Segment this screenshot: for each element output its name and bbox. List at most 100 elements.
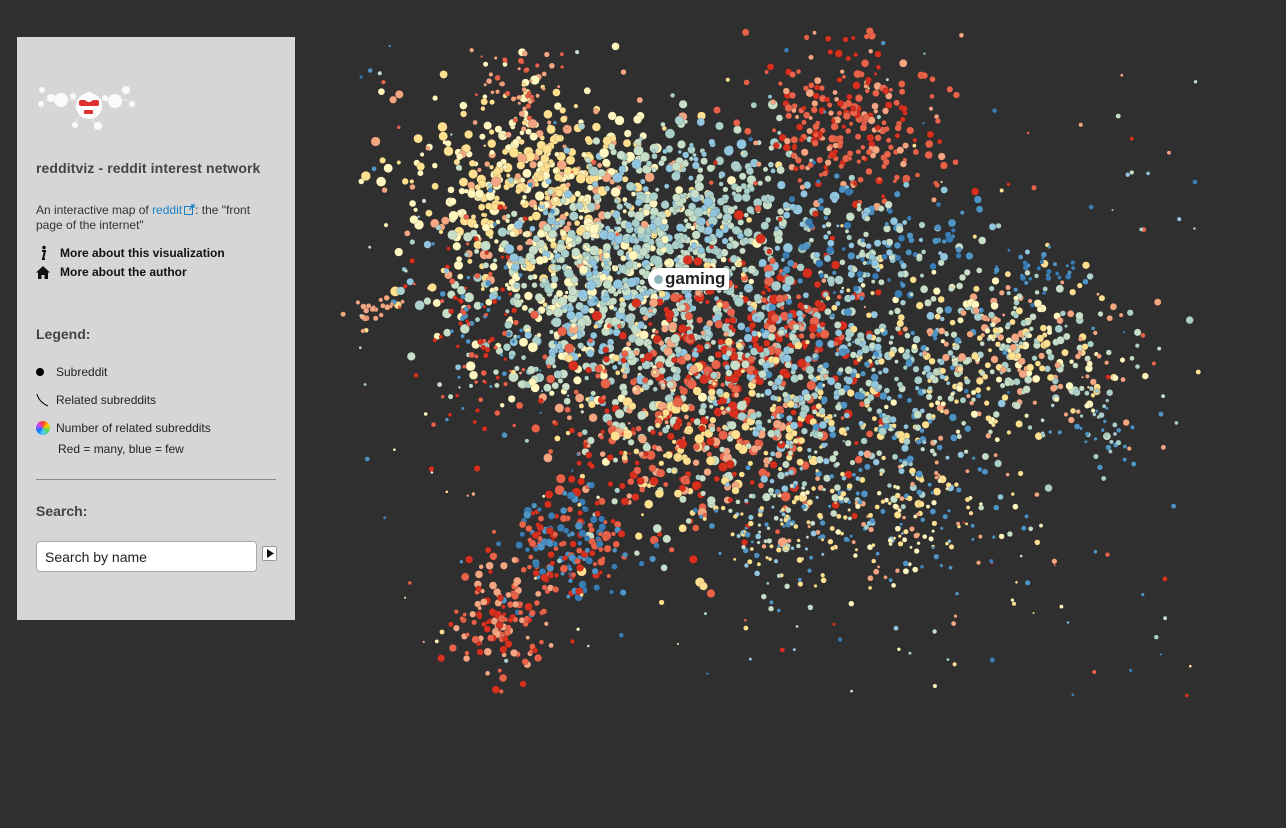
subreddit-node[interactable]	[464, 130, 474, 139]
subreddit-node[interactable]	[621, 454, 628, 461]
subreddit-node[interactable]	[1093, 436, 1098, 442]
subreddit-node[interactable]	[1054, 271, 1060, 276]
subreddit-node[interactable]	[589, 258, 598, 267]
subreddit-node[interactable]	[977, 466, 983, 473]
subreddit-node[interactable]	[736, 400, 748, 411]
subreddit-node[interactable]	[1082, 261, 1090, 270]
subreddit-node[interactable]	[740, 530, 745, 535]
subreddit-node[interactable]	[483, 144, 486, 147]
subreddit-node[interactable]	[587, 644, 590, 648]
subreddit-node[interactable]	[951, 354, 956, 360]
subreddit-node[interactable]	[978, 534, 983, 539]
subreddit-node[interactable]	[959, 396, 967, 404]
subreddit-node[interactable]	[461, 310, 467, 316]
subreddit-node[interactable]	[867, 87, 870, 90]
subreddit-node[interactable]	[628, 250, 639, 261]
subreddit-node[interactable]	[631, 159, 642, 170]
subreddit-node[interactable]	[639, 486, 646, 493]
subreddit-node[interactable]	[766, 63, 775, 71]
subreddit-node[interactable]	[839, 289, 845, 294]
subreddit-node[interactable]	[615, 232, 620, 236]
subreddit-node[interactable]	[648, 464, 657, 473]
subreddit-node[interactable]	[430, 241, 436, 247]
subreddit-node[interactable]	[567, 172, 575, 180]
subreddit-node[interactable]	[594, 364, 603, 374]
subreddit-node[interactable]	[1001, 393, 1009, 402]
subreddit-node[interactable]	[359, 314, 363, 317]
subreddit-node[interactable]	[647, 340, 653, 346]
subreddit-node[interactable]	[444, 268, 449, 274]
subreddit-node[interactable]	[530, 510, 536, 516]
subreddit-node[interactable]	[437, 654, 446, 663]
subreddit-node[interactable]	[464, 189, 469, 194]
subreddit-node[interactable]	[499, 133, 505, 139]
subreddit-node[interactable]	[502, 164, 508, 170]
subreddit-node[interactable]	[568, 553, 577, 562]
subreddit-node[interactable]	[779, 647, 785, 653]
subreddit-node[interactable]	[1013, 287, 1019, 293]
subreddit-node[interactable]	[516, 334, 521, 340]
subreddit-node[interactable]	[733, 296, 745, 307]
subreddit-node[interactable]	[616, 150, 626, 160]
subreddit-node[interactable]	[1040, 431, 1045, 436]
subreddit-node[interactable]	[792, 648, 796, 652]
subreddit-node[interactable]	[404, 230, 411, 237]
subreddit-node[interactable]	[919, 428, 925, 434]
subreddit-node[interactable]	[816, 431, 824, 439]
subreddit-node[interactable]	[915, 470, 924, 478]
subreddit-node[interactable]	[777, 208, 785, 216]
subreddit-node[interactable]	[656, 468, 666, 478]
subreddit-node[interactable]	[360, 328, 366, 334]
subreddit-node[interactable]	[488, 569, 493, 575]
subreddit-node[interactable]	[1005, 337, 1013, 344]
subreddit-node[interactable]	[620, 255, 627, 262]
subreddit-node[interactable]	[1034, 360, 1042, 367]
subreddit-node[interactable]	[701, 151, 708, 158]
subreddit-node[interactable]	[865, 430, 874, 438]
subreddit-node[interactable]	[812, 423, 820, 431]
subreddit-node[interactable]	[824, 96, 831, 103]
subreddit-node[interactable]	[995, 317, 1002, 323]
subreddit-node[interactable]	[642, 443, 652, 452]
subreddit-node[interactable]	[664, 419, 669, 425]
subreddit-node[interactable]	[924, 150, 933, 160]
subreddit-node[interactable]	[584, 375, 590, 381]
subreddit-node[interactable]	[881, 415, 890, 425]
subreddit-node[interactable]	[788, 333, 797, 342]
subreddit-node[interactable]	[969, 400, 975, 406]
subreddit-node[interactable]	[666, 467, 673, 474]
subreddit-node[interactable]	[482, 379, 486, 384]
subreddit-node[interactable]	[966, 330, 974, 338]
subreddit-node[interactable]	[633, 550, 640, 557]
subreddit-node[interactable]	[630, 191, 637, 197]
subreddit-node[interactable]	[786, 415, 793, 422]
subreddit-node[interactable]	[895, 225, 904, 234]
subreddit-node[interactable]	[854, 503, 861, 510]
subreddit-node[interactable]	[633, 466, 642, 475]
subreddit-node[interactable]	[886, 395, 892, 402]
subreddit-node[interactable]	[789, 444, 794, 449]
subreddit-node[interactable]	[524, 331, 533, 340]
subreddit-node[interactable]	[639, 387, 645, 393]
subreddit-node[interactable]	[652, 334, 662, 343]
subreddit-node[interactable]	[657, 431, 664, 437]
subreddit-node[interactable]	[837, 387, 846, 396]
subreddit-node[interactable]	[567, 242, 573, 249]
subreddit-node[interactable]	[1032, 374, 1041, 383]
subreddit-node[interactable]	[894, 132, 901, 139]
subreddit-node[interactable]	[860, 282, 866, 288]
subreddit-node[interactable]	[816, 179, 821, 184]
subreddit-node[interactable]	[947, 539, 952, 543]
subreddit-node[interactable]	[914, 375, 923, 385]
subreddit-node[interactable]	[772, 356, 780, 365]
subreddit-node[interactable]	[724, 482, 731, 488]
subreddit-node[interactable]	[971, 456, 976, 461]
subreddit-node[interactable]	[620, 357, 627, 364]
about-author-link[interactable]: More about the author	[36, 265, 187, 279]
subreddit-node[interactable]	[1050, 403, 1055, 408]
subreddit-node[interactable]	[785, 439, 791, 445]
subreddit-node[interactable]	[771, 505, 775, 509]
subreddit-node[interactable]	[858, 420, 864, 427]
subreddit-node[interactable]	[708, 404, 714, 410]
subreddit-node[interactable]	[618, 265, 627, 274]
